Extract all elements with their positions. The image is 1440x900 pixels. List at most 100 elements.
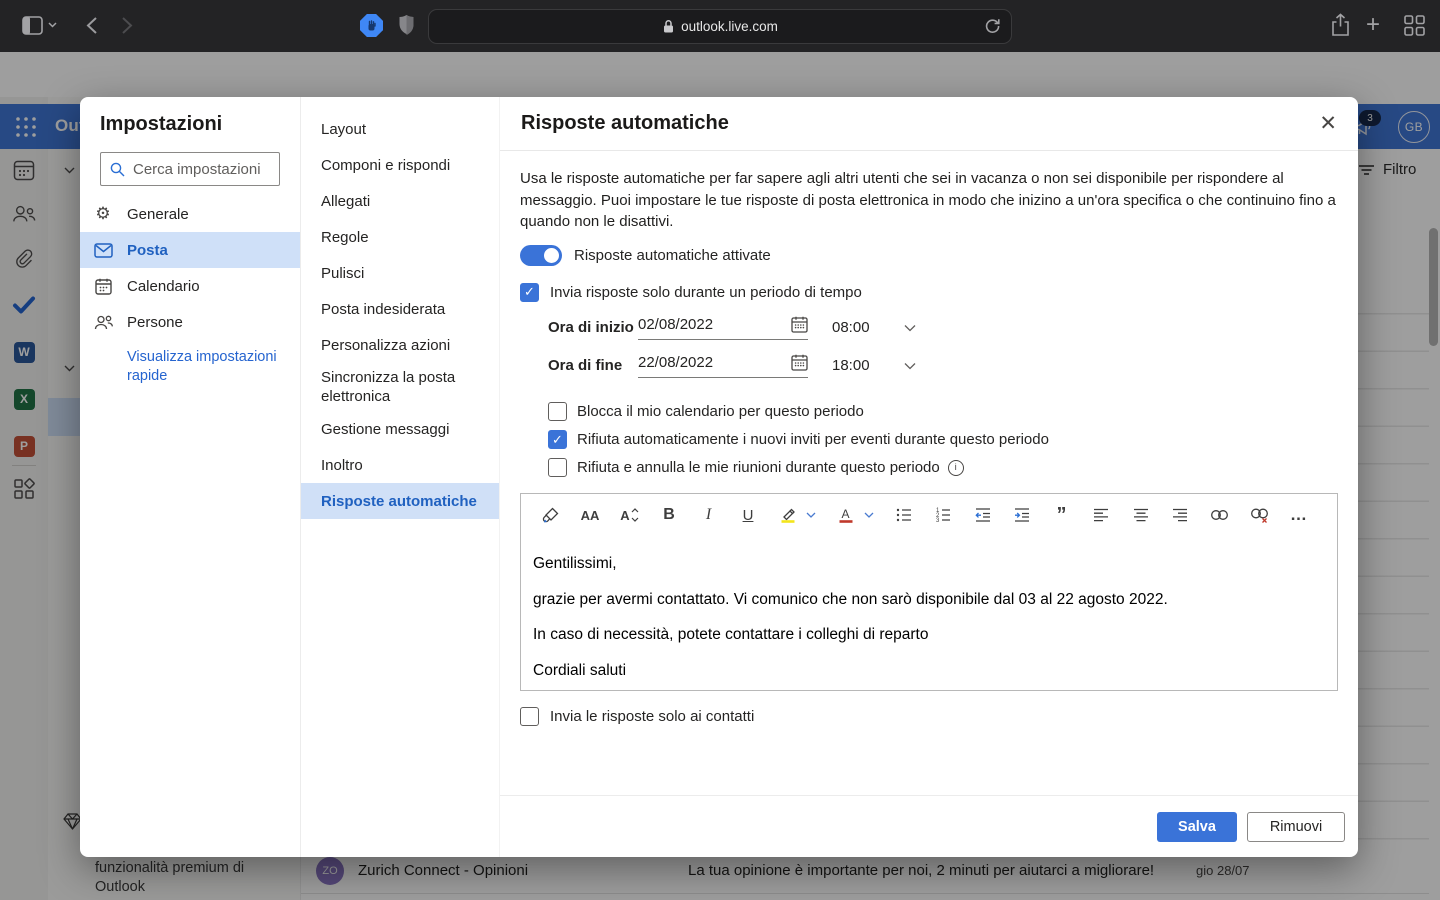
people-icon [93, 315, 113, 330]
quote-icon[interactable]: ” [1052, 506, 1071, 525]
cancel-meetings-checkbox[interactable] [548, 458, 567, 477]
indent-icon[interactable] [1013, 506, 1032, 525]
section-componi[interactable]: Componi e rispondi [301, 147, 499, 183]
category-calendario[interactable]: Calendario [80, 268, 300, 304]
remove-button[interactable]: Rimuovi [1247, 812, 1345, 842]
period-checkbox[interactable]: ✓ [520, 283, 539, 302]
highlight-icon[interactable] [778, 506, 797, 525]
contacts-only-checkbox[interactable] [520, 707, 539, 726]
font-color-icon[interactable]: A [836, 506, 855, 525]
unlink-icon[interactable] [1250, 506, 1269, 525]
decline-invites-checkbox[interactable]: ✓ [548, 430, 567, 449]
contacts-only-label: Invia le risposte solo ai contatti [550, 708, 754, 725]
panel-footer: Salva Rimuovi [500, 795, 1358, 857]
section-regole[interactable]: Regole [301, 219, 499, 255]
category-generale[interactable]: ⚙ Generale [80, 196, 300, 232]
chevron-down-icon [904, 324, 916, 332]
start-time-dropdown[interactable]: 08:00 [832, 319, 916, 336]
option-block-calendar: Blocca il mio calendario per questo peri… [548, 398, 1340, 426]
toggle-label: Risposte automatiche attivate [574, 247, 771, 264]
quick-settings-link[interactable]: Visualizza impostazioni rapide [127, 348, 277, 386]
section-posta-indesiderata[interactable]: Posta indesiderata [301, 291, 499, 327]
section-risposte-automatiche[interactable]: Risposte automatiche [301, 483, 499, 519]
font-icon[interactable]: AA [581, 506, 600, 525]
outdent-icon[interactable] [973, 506, 992, 525]
url-bar[interactable]: outlook.live.com [428, 9, 1012, 44]
start-label: Ora di inizio [548, 319, 636, 336]
browser-chrome: outlook.live.com + [0, 0, 1440, 52]
block-calendar-checkbox[interactable] [548, 402, 567, 421]
section-sincronizza[interactable]: Sincronizza la posta elettronica [301, 363, 499, 411]
lock-icon [662, 19, 675, 34]
settings-modal: Impostazioni Cerca impostazioni ⚙ Genera… [80, 97, 1358, 857]
align-right-icon[interactable] [1171, 506, 1190, 525]
settings-search-placeholder: Cerca impostazioni [133, 161, 261, 178]
panel-description: Usa le risposte automatiche per far sape… [520, 168, 1340, 233]
calendar-picker-icon[interactable] [791, 354, 808, 371]
back-icon[interactable] [86, 16, 98, 35]
mail-icon [93, 243, 113, 258]
settings-nav: Impostazioni Cerca impostazioni ⚙ Genera… [80, 97, 300, 857]
font-color-chevron-icon[interactable] [864, 506, 874, 525]
start-date-field[interactable]: 02/08/2022 [638, 316, 808, 340]
content-blocker-icon[interactable] [360, 14, 383, 37]
settings-panel: Risposte automatiche ✕ Usa le risposte a… [500, 97, 1358, 857]
tab-overview-icon[interactable] [1404, 15, 1425, 36]
save-button[interactable]: Salva [1157, 812, 1237, 842]
info-icon[interactable]: i [948, 460, 964, 476]
italic-icon[interactable]: I [699, 506, 718, 525]
settings-search-input[interactable]: Cerca impostazioni [100, 152, 280, 186]
align-left-icon[interactable] [1092, 506, 1111, 525]
end-time-row: Ora di fine 22/08/2022 18:00 [548, 354, 1340, 378]
section-pulisci[interactable]: Pulisci [301, 255, 499, 291]
end-date-field[interactable]: 22/08/2022 [638, 354, 808, 378]
reply-editor[interactable]: AA A B I U [520, 493, 1338, 691]
section-layout[interactable]: Layout [301, 111, 499, 147]
settings-sections: Layout Componi e rispondi Allegati Regol… [300, 97, 500, 857]
numbered-list-icon[interactable]: 123 [934, 506, 953, 525]
underline-icon[interactable]: U [739, 506, 758, 525]
end-label: Ora di fine [548, 357, 636, 374]
svg-text:3: 3 [936, 518, 940, 524]
option-decline-invites: ✓ Rifiuta automaticamente i nuovi inviti… [548, 426, 1340, 454]
category-posta[interactable]: Posta [80, 232, 300, 268]
start-time-row: Ora di inizio 02/08/2022 08:00 [548, 316, 1340, 340]
option-cancel-meetings: Rifiuta e annulla le mie riunioni durant… [548, 454, 1340, 482]
search-icon [110, 162, 125, 177]
panel-title: Risposte automatiche [521, 112, 729, 135]
settings-title: Impostazioni [100, 113, 280, 136]
shield-icon[interactable] [398, 14, 415, 36]
forward-icon[interactable] [121, 16, 133, 35]
editor-toolbar: AA A B I U [521, 494, 1337, 537]
reload-icon[interactable] [984, 17, 1001, 35]
font-size-icon[interactable]: A [620, 506, 639, 525]
screen: outlook.live.com + Outlook Cerca [0, 0, 1440, 900]
more-options-icon[interactable]: … [1289, 506, 1308, 525]
new-tab-icon[interactable]: + [1366, 13, 1380, 37]
bold-icon[interactable]: B [660, 506, 679, 525]
auto-replies-toggle[interactable] [520, 245, 562, 266]
category-persone[interactable]: Persone [80, 304, 300, 340]
section-allegati[interactable]: Allegati [301, 183, 499, 219]
format-painter-icon[interactable] [541, 506, 560, 525]
align-center-icon[interactable] [1131, 506, 1150, 525]
sidebar-icon[interactable] [22, 16, 43, 35]
calendar-icon [93, 278, 113, 295]
reply-message-text[interactable]: Gentilissimi, grazie per avermi contatta… [521, 537, 1337, 680]
close-icon[interactable]: ✕ [1319, 113, 1337, 134]
highlight-chevron-icon[interactable] [806, 506, 816, 525]
section-personalizza[interactable]: Personalizza azioni [301, 327, 499, 363]
svg-text:A: A [841, 507, 849, 521]
section-gestione[interactable]: Gestione messaggi [301, 411, 499, 447]
end-time-dropdown[interactable]: 18:00 [832, 357, 916, 374]
period-checkbox-label: Invia risposte solo durante un periodo d… [550, 284, 862, 301]
link-icon[interactable] [1210, 506, 1229, 525]
bullet-list-icon[interactable] [894, 506, 913, 525]
sidebar-chevron-icon[interactable] [48, 22, 57, 28]
section-inoltro[interactable]: Inoltro [301, 447, 499, 483]
url-text: outlook.live.com [681, 19, 778, 34]
share-icon[interactable] [1331, 13, 1350, 37]
calendar-picker-icon[interactable] [791, 316, 808, 333]
gear-icon: ⚙ [93, 204, 113, 224]
chevron-down-icon [904, 362, 916, 370]
